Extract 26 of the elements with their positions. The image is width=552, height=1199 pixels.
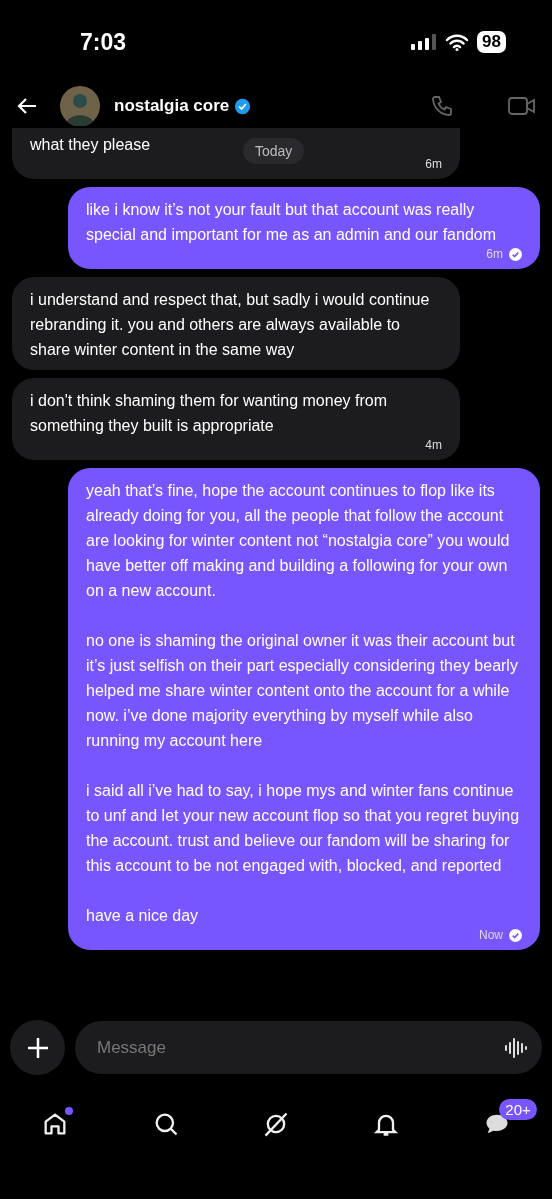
message-time: 4m xyxy=(425,438,442,452)
phone-icon[interactable] xyxy=(430,94,454,118)
date-separator: Today xyxy=(243,138,305,164)
message-input[interactable]: Message xyxy=(95,1036,504,1059)
message-time: 6m xyxy=(486,247,503,261)
message-text: i don't think shaming them for wanting money from something they built is appropriate xyxy=(30,391,388,436)
avatar[interactable] xyxy=(60,86,100,126)
signal-icon xyxy=(411,34,438,50)
battery-level: 98 xyxy=(477,31,506,53)
message-text: like i know it’s not your fault but that account was really special and important for me as an admin and our fandom xyxy=(86,200,497,245)
message-time: Now xyxy=(479,928,503,942)
contact-name[interactable]: nostalgia core xyxy=(114,96,230,116)
plus-icon xyxy=(25,1035,50,1060)
message-text: what they please xyxy=(30,135,151,155)
message-text: yeah that’s fine, hope the account continues to flop like its already doing for you, all the people that follow the account are looking for winter content not “nostalgia core” you would have better off making and building a following for your own on a new account. no one is shaming the original owner it was their account but it’s just selfish on their part especially considering they bearly helped me share winter content onto the account for a while now. i’ve done majority everything by myself while also running my account here i said all i’ve had to say, i hope mys and winter fans continue to unf and let your new account flop so that you regret buying the account. trust and believe our fandom will be sharing for this account to be not engaged with, blocked, and reported have a nice day xyxy=(86,481,521,926)
message-text: i understand and respect that, but sadly i would continue rebranding it. you and others are always available to share winter content in the same way xyxy=(30,290,431,360)
clock: 7:03 xyxy=(80,28,127,56)
tab-bar-item[interactable]: 20+ xyxy=(456,1099,537,1149)
message-field[interactable]: Message xyxy=(75,1021,542,1074)
video-camera-icon[interactable] xyxy=(508,95,536,117)
read-check-icon xyxy=(509,928,522,942)
unread-count-badge: 20+ xyxy=(499,1099,537,1120)
message-time: 6m xyxy=(425,157,442,171)
wifi-icon xyxy=(445,33,470,51)
read-check-icon xyxy=(509,247,522,261)
voice-waveform-icon[interactable] xyxy=(504,1035,528,1060)
